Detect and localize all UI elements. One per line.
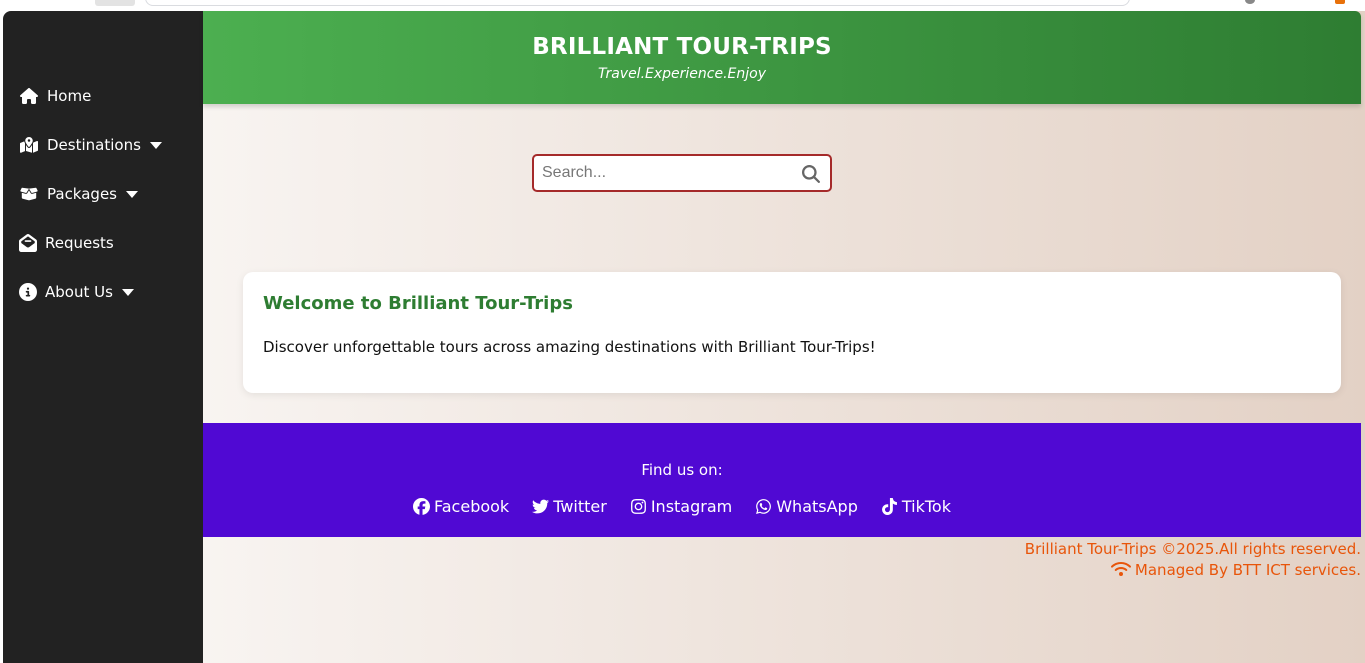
main-content: BRILLIANT TOUR-TRIPS Travel.Experience.E… bbox=[203, 11, 1365, 663]
twitter-icon bbox=[532, 498, 550, 515]
facebook-link[interactable]: Facebook bbox=[413, 497, 509, 516]
twitter-label: Twitter bbox=[553, 497, 607, 516]
sidebar-item-home[interactable]: Home bbox=[18, 87, 91, 105]
whatsapp-icon bbox=[755, 498, 772, 515]
sidebar-item-label: Packages bbox=[47, 185, 117, 203]
twitter-link[interactable]: Twitter bbox=[532, 497, 607, 516]
sidebar-item-packages[interactable]: Packages bbox=[18, 185, 138, 203]
info-circle-icon bbox=[18, 283, 38, 301]
sidebar-item-destinations[interactable]: Destinations bbox=[18, 136, 162, 154]
instagram-link[interactable]: Instagram bbox=[630, 497, 732, 516]
social-links: Facebook Twitter Instagram WhatsApp TikT… bbox=[203, 497, 1161, 516]
managed-by-text: Managed By BTT ICT services. bbox=[1134, 561, 1361, 579]
instagram-label: Instagram bbox=[650, 497, 733, 516]
extension-icon[interactable] bbox=[1335, 0, 1345, 4]
envelope-open-icon bbox=[18, 234, 38, 252]
tiktok-icon bbox=[881, 498, 898, 515]
sidebar-item-label: About Us bbox=[45, 283, 113, 301]
welcome-heading: Welcome to Brilliant Tour-Trips bbox=[263, 293, 573, 314]
site-tagline: Travel.Experience.Enjoy bbox=[597, 66, 767, 82]
search-box bbox=[532, 154, 832, 192]
caret-down-icon bbox=[149, 141, 162, 149]
sidebar-item-requests[interactable]: Requests bbox=[18, 234, 114, 252]
wifi-icon bbox=[1110, 561, 1131, 577]
map-icon bbox=[18, 136, 40, 154]
search-input[interactable] bbox=[542, 162, 792, 184]
find-us-label: Find us on: bbox=[641, 461, 723, 479]
whatsapp-label: WhatsApp bbox=[776, 497, 858, 516]
copyright-line: Brilliant Tour-Trips ©2025.All rights re… bbox=[1024, 540, 1361, 558]
profile-icon[interactable] bbox=[1245, 0, 1255, 4]
site-header: BRILLIANT TOUR-TRIPS Travel.Experience.E… bbox=[203, 11, 1361, 104]
instagram-icon bbox=[630, 498, 647, 515]
tiktok-link[interactable]: TikTok bbox=[881, 497, 951, 516]
caret-down-icon bbox=[126, 190, 138, 198]
home-icon bbox=[18, 87, 40, 105]
whatsapp-link[interactable]: WhatsApp bbox=[755, 497, 858, 516]
sidebar: Home Destinations Packages Requests Abou… bbox=[3, 11, 203, 663]
tiktok-label: TikTok bbox=[901, 497, 951, 516]
caret-down-icon bbox=[121, 288, 134, 296]
search-icon[interactable] bbox=[802, 165, 820, 184]
browser-chrome-strip bbox=[0, 0, 1365, 11]
sidebar-item-label: Home bbox=[47, 87, 92, 105]
sidebar-item-label: Destinations bbox=[47, 136, 141, 154]
facebook-icon bbox=[413, 498, 431, 515]
copyright: Brilliant Tour-Trips ©2025.All rights re… bbox=[1025, 539, 1361, 581]
managed-by-line: Managed By BTT ICT services. bbox=[1025, 560, 1361, 581]
facebook-label: Facebook bbox=[434, 497, 510, 516]
sidebar-item-about-us[interactable]: About Us bbox=[18, 283, 134, 301]
site-title: BRILLIANT TOUR-TRIPS bbox=[532, 34, 832, 60]
site-footer: Find us on: Facebook Twitter Instagram W… bbox=[203, 423, 1361, 537]
welcome-card: Welcome to Brilliant Tour-Trips Discover… bbox=[243, 272, 1341, 393]
address-bar[interactable] bbox=[145, 0, 1130, 6]
welcome-text: Discover unforgettable tours across amaz… bbox=[263, 338, 876, 356]
box-open-icon bbox=[18, 185, 40, 203]
sidebar-item-label: Requests bbox=[45, 234, 114, 252]
browser-tab[interactable] bbox=[95, 0, 135, 6]
